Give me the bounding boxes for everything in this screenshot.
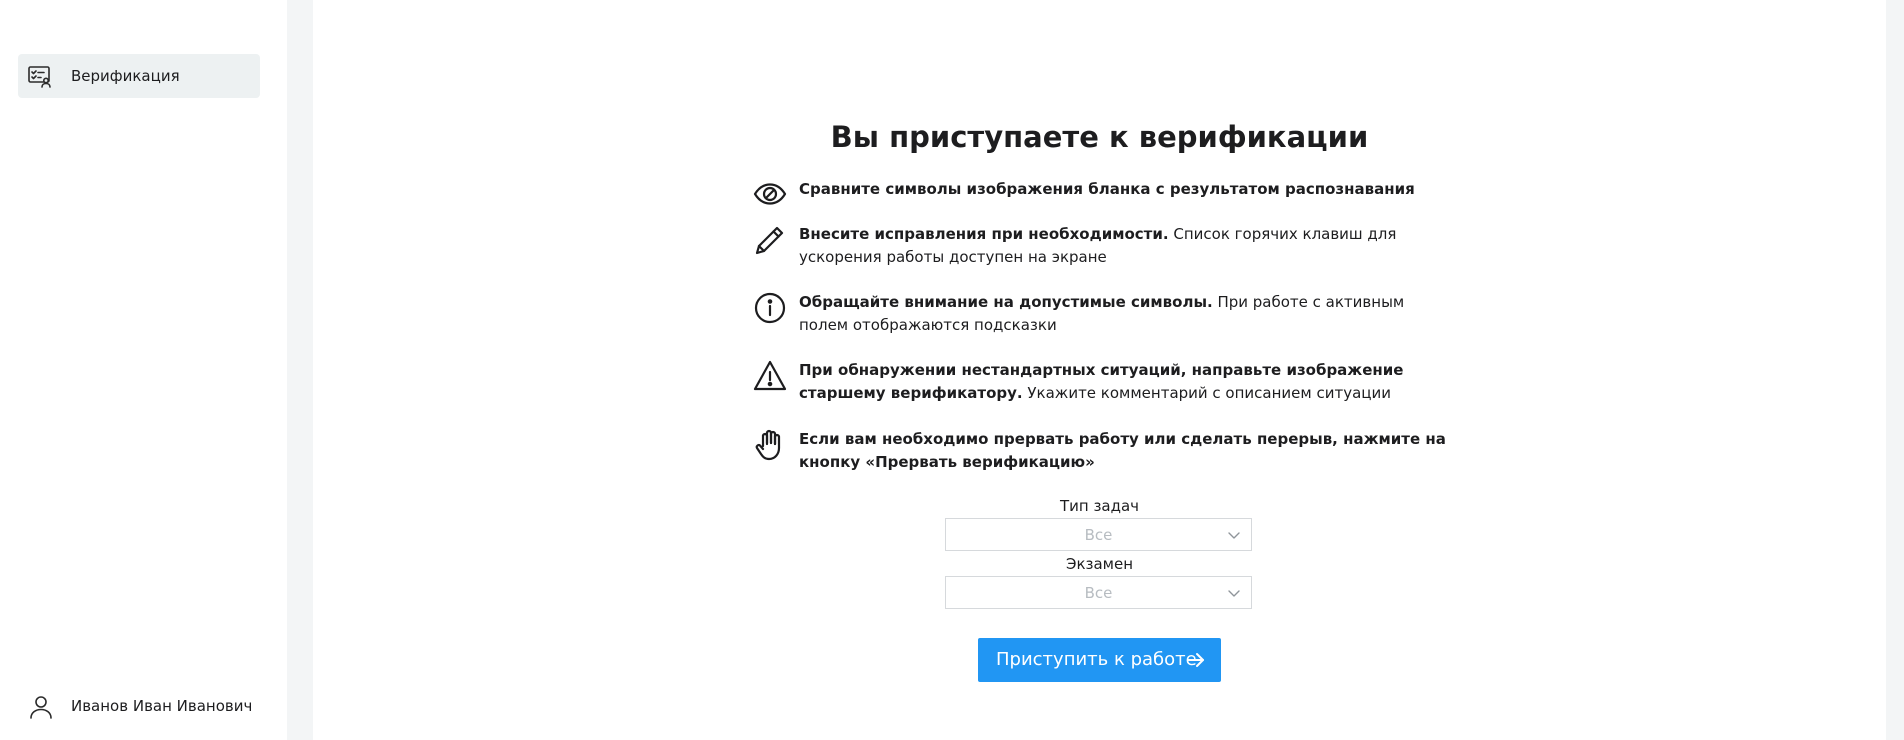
pencil-icon [755, 226, 784, 255]
warning-icon [753, 360, 787, 391]
rule-text: Обращайте внимание на допустимые символы… [799, 293, 1405, 334]
sidebar-item-label: Верификация [71, 67, 180, 85]
info-icon [754, 292, 786, 324]
task-type-value: Все [1084, 526, 1113, 544]
start-work-button[interactable]: Приступить к работе [978, 638, 1221, 682]
rule-text: При обнаружении нестандартных ситуаций, … [799, 361, 1404, 402]
start-work-label: Приступить к работе [996, 649, 1197, 670]
verification-card-icon [28, 66, 51, 88]
left-gutter [287, 0, 313, 740]
exam-select[interactable]: Все [945, 576, 1252, 609]
exam-value: Все [1084, 584, 1113, 602]
main-content: Вы приступаете к верификации Сравните си… [313, 0, 1886, 740]
rule-text: Внесите исправления при необходимости. С… [799, 225, 1397, 266]
arrow-right-icon [1187, 653, 1204, 667]
sidebar: Верификация Иванов Иван Иванович [0, 0, 287, 740]
rule-text: Сравните символы изображения бланка с ре… [799, 180, 1415, 198]
user-icon [30, 696, 52, 719]
chevron-down-icon [1228, 532, 1240, 539]
exam-label: Экзамен [1065, 555, 1134, 573]
task-type-label: Тип задач [1059, 497, 1140, 515]
rule-text: Если вам необходимо прервать работу или … [799, 430, 1446, 471]
right-gutter [1886, 0, 1904, 740]
task-type-select[interactable]: Все [945, 518, 1252, 551]
chevron-down-icon [1228, 590, 1240, 597]
sidebar-item-verification[interactable]: Верификация [18, 54, 260, 98]
eye-icon [753, 183, 787, 205]
user-profile[interactable]: Иванов Иван Иванович [18, 690, 268, 724]
user-name: Иванов Иван Иванович [71, 697, 253, 715]
hand-stop-icon [755, 429, 781, 461]
page-title: Вы приступаете к верификации [830, 120, 1369, 154]
